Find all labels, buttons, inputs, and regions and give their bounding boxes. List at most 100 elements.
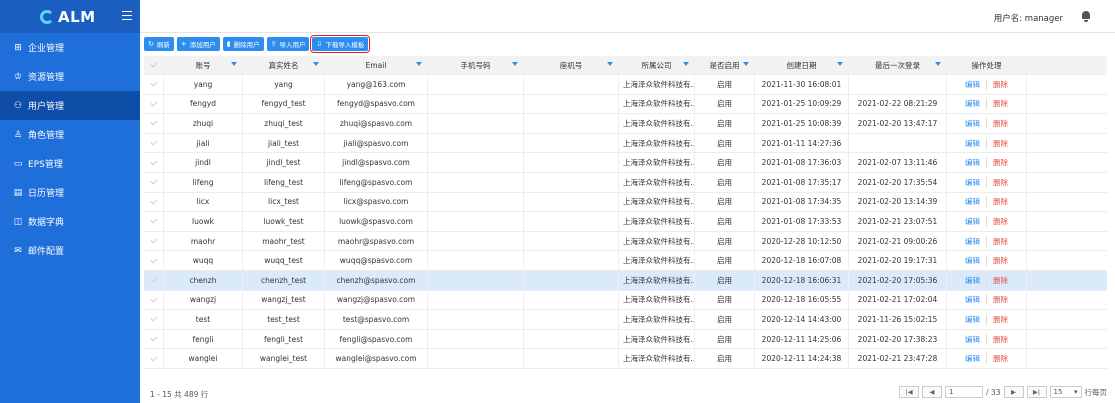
table-row[interactable]: jiali jiali_test jiali@spasvo.com 上海泽众软件科技有… [144, 133, 1107, 154]
delete-link[interactable]: 删除 [987, 216, 1014, 227]
table-row[interactable]: lifeng lifeng_test lifeng@spasvo.com 上海泽众软件… [144, 172, 1107, 193]
row-checkbox[interactable] [144, 133, 164, 153]
sidebar-item[interactable]: ✉ 邮件配置 [0, 236, 140, 265]
edit-link[interactable]: 编辑 [959, 117, 987, 129]
table-row[interactable]: wanglei wanglei_test wanglei@spasvo.com 上海泽… [144, 349, 1107, 369]
refresh-button[interactable]: ↻ 刷新 [144, 37, 174, 51]
edit-link[interactable]: 编辑 [959, 176, 987, 188]
row-checkbox[interactable] [144, 172, 164, 192]
bell-icon[interactable] [1081, 11, 1091, 22]
download-template-button[interactable]: ⇩ 下载导入模板 [310, 35, 371, 53]
row-checkbox[interactable] [144, 94, 164, 114]
row-checkbox[interactable] [144, 251, 164, 270]
sidebar-item[interactable]: ♙ 角色管理 [0, 120, 140, 149]
column-header[interactable]: Email [325, 56, 428, 74]
table-row[interactable]: yang yang yang@163.com 上海泽众软件科技有... 启用 2021-1… [144, 75, 1107, 95]
table-row[interactable]: maohr maohr_test maohr@spasvo.com 上海泽众软件科技有… [144, 231, 1107, 252]
delete-link[interactable]: 删除 [987, 353, 1014, 364]
filter-icon[interactable] [512, 62, 518, 66]
row-checkbox[interactable] [144, 310, 164, 329]
table-row[interactable]: zhuqi zhuqi_test zhuqi@spasvo.com 上海泽众软件科技有… [144, 114, 1107, 134]
table-row[interactable]: wuqq wuqq_test wuqq@spasvo.com 上海泽众软件科技有...… [144, 251, 1107, 271]
table-row[interactable]: wangzj wangzj_test wangzj@spasvo.com 上海泽众软件… [144, 290, 1107, 311]
table-row[interactable]: jindl jindl_test jindl@spasvo.com 上海泽众软件科技有… [144, 153, 1107, 173]
last-page-button[interactable]: ▶| [1026, 386, 1047, 398]
delete-link[interactable]: 删除 [987, 236, 1014, 247]
row-checkbox[interactable] [144, 270, 164, 290]
delete-link[interactable]: 删除 [987, 334, 1014, 345]
prev-page-button[interactable]: ◀ [922, 386, 943, 398]
delete-link[interactable]: 删除 [987, 98, 1014, 109]
edit-link[interactable]: 编辑 [959, 274, 987, 286]
delete-link[interactable]: 删除 [987, 255, 1014, 266]
edit-link[interactable]: 编辑 [959, 157, 987, 169]
table-row[interactable]: fengli fengli_test fengli@spasvo.com 上海泽众软件… [144, 329, 1107, 350]
sidebar-item[interactable]: ◫ 数据字典 [0, 207, 140, 236]
delete-link[interactable]: 删除 [987, 79, 1014, 90]
row-checkbox[interactable] [144, 114, 164, 133]
page-input[interactable]: 1 [945, 386, 984, 398]
row-checkbox[interactable] [144, 290, 164, 310]
sidebar-item[interactable]: ⚇ 用户管理 [0, 91, 140, 120]
delete-link[interactable]: 删除 [987, 196, 1014, 207]
delete-link[interactable]: 删除 [987, 294, 1014, 305]
table-row[interactable]: licx licx_test licx@spasvo.com 上海泽众软件科技有...… [144, 192, 1107, 213]
sidebar-item[interactable]: ♔ 资源管理 [0, 62, 140, 91]
add-user-button[interactable]: + 添加用户 [176, 37, 220, 51]
first-page-button[interactable]: |◀ [899, 386, 920, 398]
column-header[interactable]: 所属公司 [619, 56, 695, 74]
filter-icon[interactable] [683, 62, 689, 66]
sidebar-item[interactable]: ▭ EPS管理 [0, 149, 140, 178]
edit-link[interactable]: 编辑 [959, 353, 987, 365]
row-checkbox[interactable] [144, 212, 164, 231]
table-row[interactable]: fengyd fengyd_test fengyd@spasvo.com 上海泽众软件… [144, 94, 1107, 115]
filter-icon[interactable] [231, 62, 237, 66]
edit-link[interactable]: 编辑 [959, 196, 987, 208]
edit-link[interactable]: 编辑 [959, 235, 987, 247]
import-user-button[interactable]: ⇪ 导入用户 [266, 37, 310, 51]
column-header[interactable]: 座机号 [524, 56, 619, 74]
delete-link[interactable]: 删除 [987, 157, 1014, 168]
filter-icon[interactable] [313, 62, 319, 66]
edit-link[interactable]: 编辑 [959, 78, 987, 90]
delete-link[interactable]: 删除 [987, 118, 1014, 129]
edit-link[interactable]: 编辑 [959, 215, 987, 227]
menu-toggle-icon[interactable] [122, 11, 132, 20]
row-checkbox[interactable] [144, 231, 164, 251]
table-row[interactable]: luowk luowk_test luowk@spasvo.com 上海泽众软件科技有… [144, 212, 1107, 232]
delete-link[interactable]: 删除 [987, 314, 1014, 325]
row-checkbox[interactable] [144, 153, 164, 172]
filter-icon[interactable] [935, 62, 941, 66]
filter-icon[interactable] [607, 62, 613, 66]
page-size-select[interactable]: 15 ▾ [1049, 386, 1082, 398]
filter-icon[interactable] [416, 62, 422, 66]
edit-link[interactable]: 编辑 [959, 137, 987, 149]
edit-link[interactable]: 编辑 [959, 294, 987, 306]
column-header[interactable]: 创建日期 [755, 56, 849, 74]
sidebar-item[interactable]: ▤ 日历管理 [0, 178, 140, 207]
edit-link[interactable]: 编辑 [959, 333, 987, 345]
row-checkbox[interactable] [144, 75, 164, 94]
delete-user-button[interactable]: ▮ 删除用户 [222, 37, 264, 51]
edit-link[interactable]: 编辑 [959, 98, 987, 110]
column-header[interactable]: 真实姓名 [243, 56, 325, 74]
row-checkbox[interactable] [144, 192, 164, 212]
next-page-button[interactable]: ▶ [1003, 386, 1024, 398]
column-header[interactable]: 是否启用 [695, 56, 755, 74]
column-header[interactable]: 账号 [164, 56, 243, 74]
delete-link[interactable]: 删除 [987, 275, 1014, 286]
filter-icon[interactable] [837, 62, 843, 66]
delete-link[interactable]: 删除 [987, 177, 1014, 188]
sidebar-item[interactable]: ⊞ 企业管理 [0, 33, 140, 62]
column-header[interactable]: 操作处理 [947, 56, 1027, 74]
edit-link[interactable]: 编辑 [959, 255, 987, 267]
table-row[interactable]: chenzh chenzh_test chenzh@spasvo.com 上海泽众软件… [144, 270, 1107, 291]
row-checkbox[interactable] [144, 349, 164, 368]
column-header[interactable]: 手机号码 [428, 56, 524, 74]
column-header[interactable]: 最后一次登录 [849, 56, 947, 74]
row-checkbox[interactable] [144, 329, 164, 349]
table-row[interactable]: test test_test test@spasvo.com 上海泽众软件科技有...… [144, 310, 1107, 330]
delete-link[interactable]: 删除 [987, 138, 1014, 149]
select-all-checkbox[interactable] [144, 56, 164, 74]
edit-link[interactable]: 编辑 [959, 313, 987, 325]
